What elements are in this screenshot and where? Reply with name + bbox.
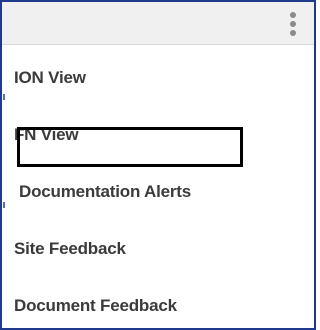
kebab-dot [290, 12, 296, 18]
kebab-dot [290, 30, 296, 36]
menu-item-label: ION View [14, 68, 86, 87]
menu-item-label: Site Feedback [14, 239, 126, 258]
menu-item-site-feedback[interactable]: Site Feedback [2, 221, 314, 277]
dropdown-menu-panel: ION View FN View Documentation Alerts Si… [0, 0, 316, 330]
more-options-kebab-icon[interactable] [288, 10, 298, 38]
menu-header-bar [2, 2, 314, 45]
highlight-outline-box [17, 127, 243, 167]
kebab-dot [290, 21, 296, 27]
menu-item-document-feedback[interactable]: Document Feedback [2, 278, 314, 328]
menu-item-label: Documentation Alerts [19, 182, 192, 201]
menu-item-documentation-alerts[interactable]: Documentation Alerts [2, 164, 314, 220]
menu-item-label: Document Feedback [14, 296, 177, 315]
menu-item-ion-view[interactable]: ION View [2, 50, 314, 106]
